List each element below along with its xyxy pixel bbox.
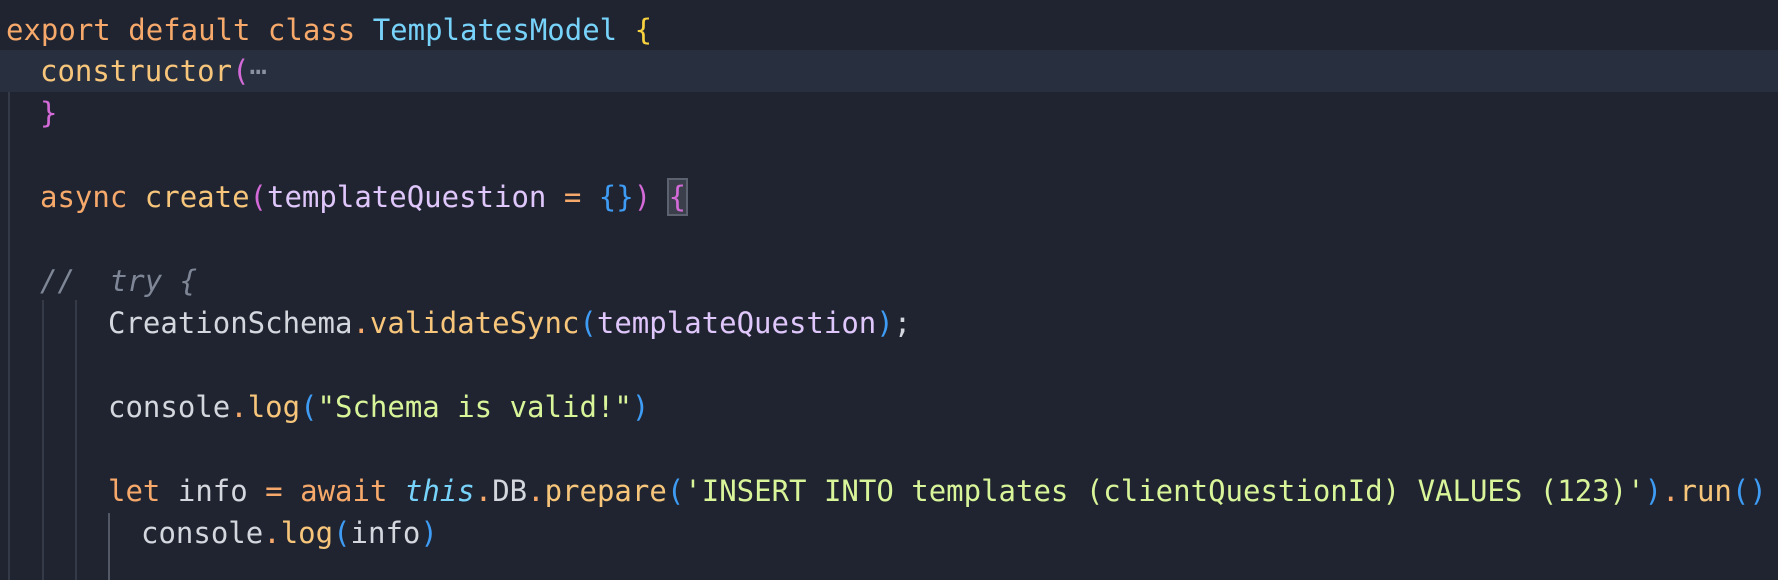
keyword: async (40, 180, 128, 214)
code-line-7[interactable]: // try { (0, 260, 1778, 302)
dot: . (352, 306, 370, 340)
object-literal: {} (598, 180, 634, 214)
operator: = (563, 180, 582, 214)
keyword: default (128, 13, 251, 47)
method-name: run (1679, 474, 1732, 508)
identifier: CreationSchema (108, 306, 353, 340)
string-literal: "Schema is valid!" (317, 390, 632, 424)
dot: . (527, 474, 545, 508)
paren: ( (666, 474, 685, 508)
operator: = (265, 474, 283, 508)
code-line-2[interactable]: constructor(⋯ (0, 50, 1778, 92)
keyword: let (108, 474, 161, 508)
code-line-12[interactable]: let info = await this.DB.prepare('INSERT… (0, 470, 1778, 512)
identifier: console (141, 516, 264, 550)
folded-region-ellipsis[interactable]: ⋯ (250, 54, 267, 88)
class-name: TemplatesModel (372, 13, 618, 47)
method-name: constructor (40, 54, 233, 88)
code-line-5[interactable]: async create(templateQuestion = {}) { (0, 176, 1778, 218)
argument: templateQuestion (596, 306, 877, 340)
dot: . (474, 474, 493, 508)
paren: ( (333, 516, 351, 550)
paren: ( (300, 390, 318, 424)
call-parens: () (1731, 474, 1767, 508)
paren: ( (249, 180, 268, 214)
code-editor[interactable]: export default class TemplatesModel { co… (0, 0, 1778, 580)
this-keyword: this (404, 474, 475, 508)
paren: ) (420, 516, 438, 550)
dot: . (1662, 474, 1680, 508)
paren: ) (1644, 474, 1663, 508)
method-name: validateSync (369, 306, 580, 340)
brace: { (634, 13, 653, 47)
dot: . (263, 516, 281, 550)
code-line-1[interactable]: export default class TemplatesModel { (0, 9, 1778, 51)
code-line-8[interactable]: CreationSchema.validateSync(templateQues… (0, 302, 1778, 344)
code-line-13[interactable]: console.log(info) (0, 512, 1778, 554)
dot: . (230, 390, 248, 424)
comment: // try { (40, 264, 198, 298)
paren: ( (232, 54, 250, 88)
matched-brace: { (666, 178, 689, 216)
identifier: DB (492, 474, 528, 508)
paren: ) (631, 390, 650, 424)
identifier: info (177, 474, 248, 508)
brace: } (40, 96, 58, 130)
keyword: export (6, 13, 111, 47)
semicolon: ; (893, 306, 912, 340)
code-line-10[interactable]: console.log("Schema is valid!") (0, 386, 1778, 428)
method-name: create (144, 180, 250, 214)
method-name: log (280, 516, 334, 550)
code-line-3[interactable]: } (0, 92, 1778, 134)
string-literal: 'INSERT INTO templates (clientQuestionId… (684, 474, 1645, 508)
method-name: prepare (544, 474, 667, 508)
keyword: class (267, 13, 356, 47)
paren: ) (633, 180, 652, 214)
identifier: console (108, 390, 231, 424)
argument: info (350, 516, 421, 550)
paren: ( (579, 306, 597, 340)
paren: ) (876, 306, 894, 340)
method-name: log (247, 390, 301, 424)
keyword: await (300, 474, 388, 508)
parameter: templateQuestion (267, 180, 547, 214)
